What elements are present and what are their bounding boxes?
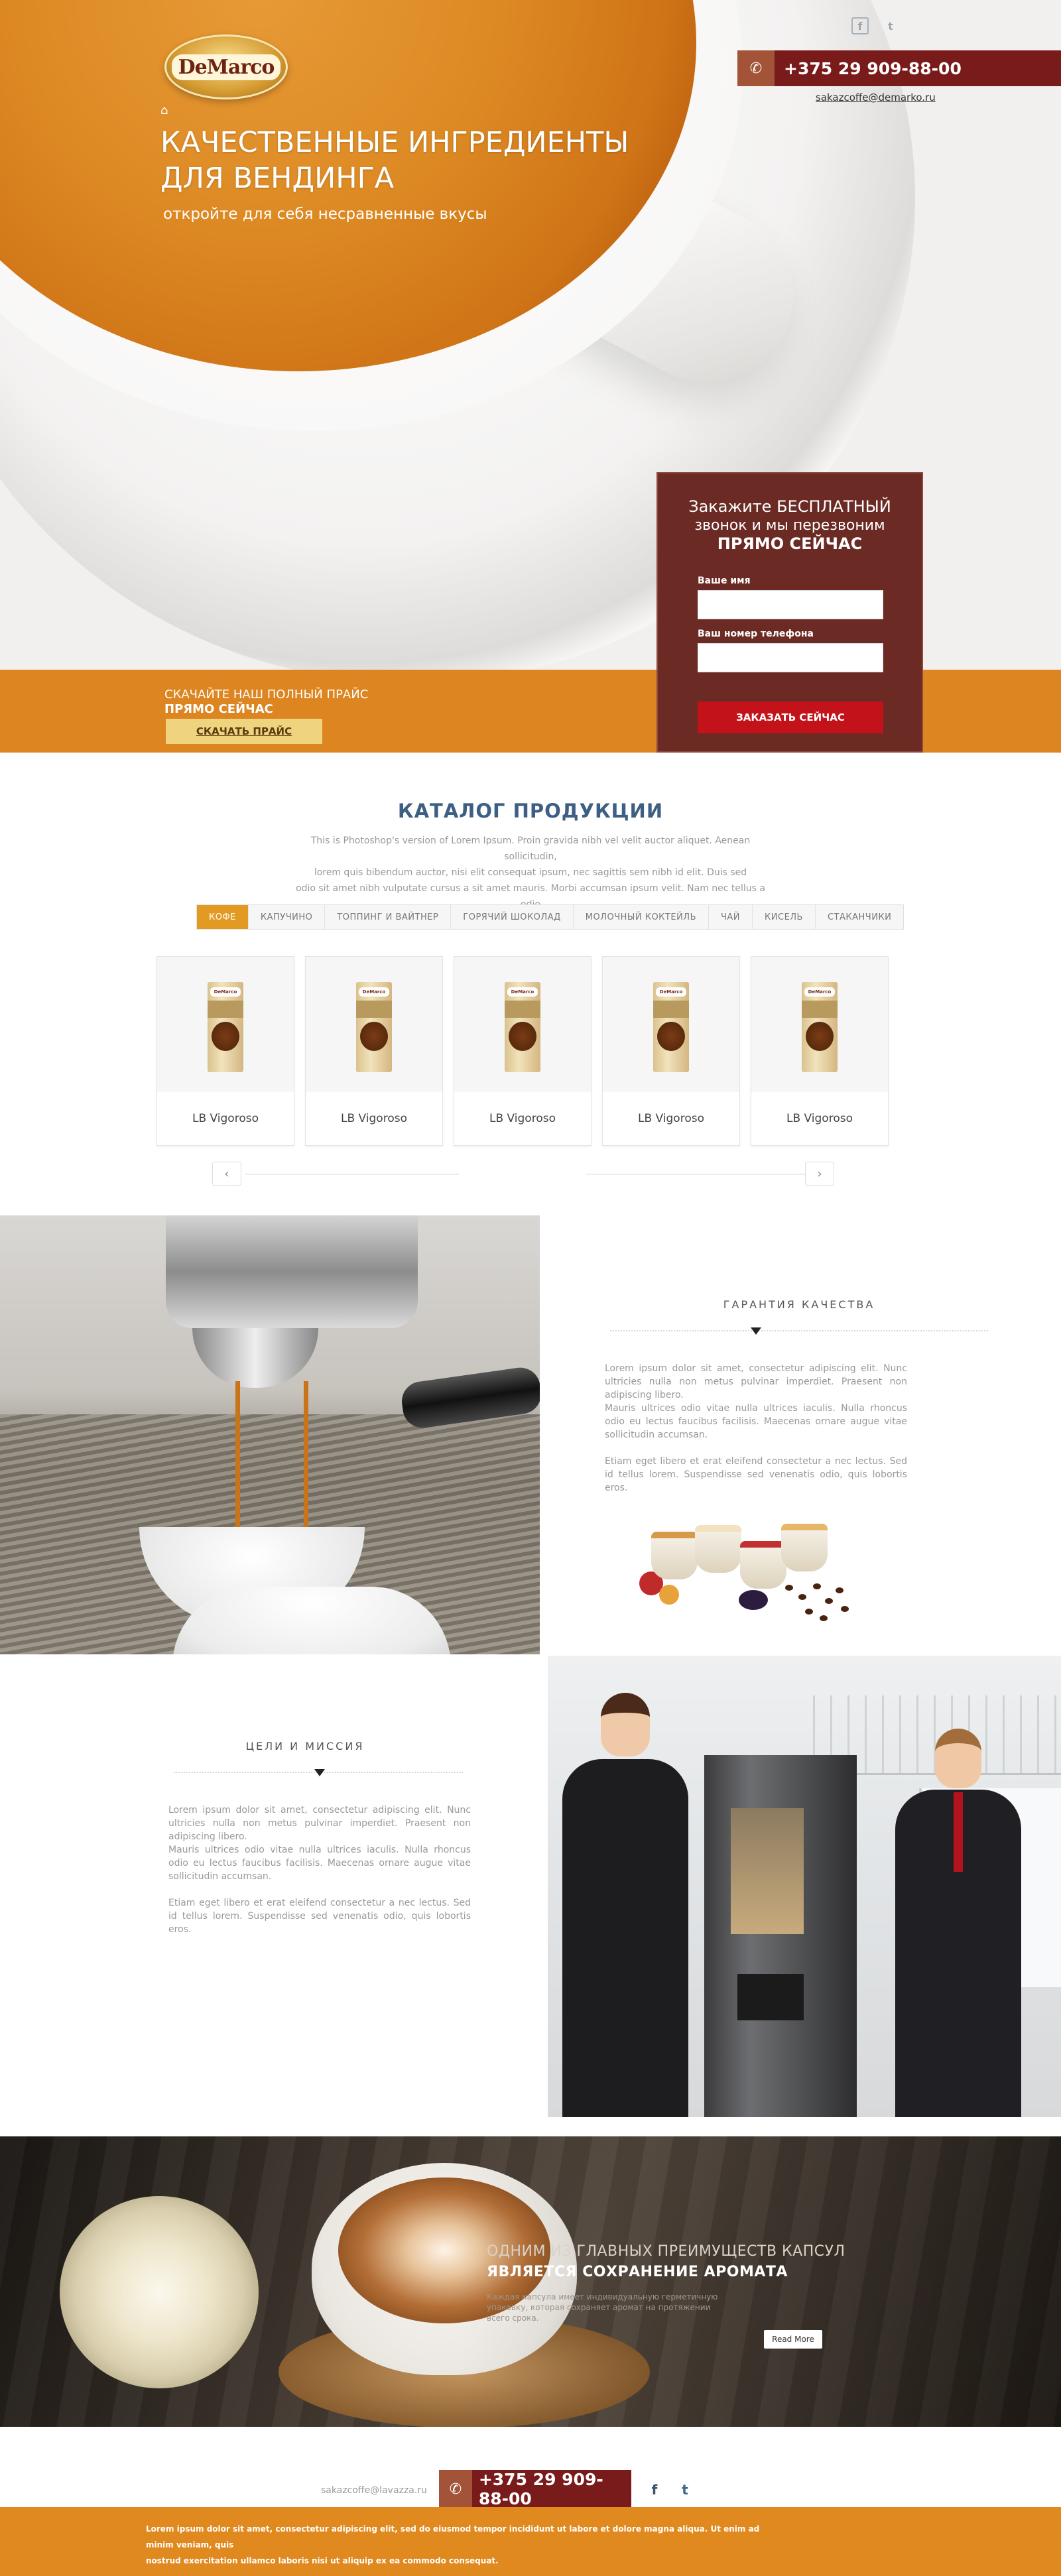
tab-topping-whitener[interactable]: ТОППИНГ И ВАЙТНЕР — [325, 905, 452, 929]
price-heading-bold: ПРЯМО СЕЙЧАС — [164, 702, 273, 716]
callback-heading-line2: звонок и мы перезвоним — [694, 517, 885, 534]
pack-brand: DeMarco — [804, 987, 835, 997]
product-pack-image: DeMarco — [356, 982, 392, 1072]
aroma-heading-line2: ЯВЛЯЕТСЯ СОХРАНЕНИЕ АРОМАТА — [487, 2264, 788, 2280]
product-pack-image: DeMarco — [653, 982, 689, 1072]
callback-heading-line1: Закажите БЕСПЛАТНЫЙ — [688, 497, 891, 516]
triangle-down-icon — [751, 1327, 761, 1335]
footer-text: Lorem ipsum dolor sit amet, consectetur … — [146, 2521, 782, 2569]
quality-title: ГАРАНТИЯ КАЧЕСТВА — [723, 1298, 875, 1311]
office-vending-image — [548, 1656, 1061, 2117]
mission-paragraph: Etiam eget libero et erat eleifend conse… — [168, 1898, 471, 1935]
hero-title: КАЧЕСТВЕННЫЕ ИНГРЕДИЕНТЫ ДЛЯ ВЕНДИНГА — [160, 126, 629, 195]
header-email-link[interactable]: sakazcoffe@demarko.ru — [816, 92, 936, 103]
espresso-machine-image — [0, 1215, 540, 1654]
product-name: LB Vigoroso — [751, 1091, 888, 1145]
chevron-right-icon: › — [817, 1166, 822, 1181]
aroma-text: Каждая капсула имеет индивидуальную герм… — [487, 2292, 718, 2323]
mission-paragraph: Lorem ipsum dolor sit amet, consectetur … — [168, 1805, 471, 1842]
product-name: LB Vigoroso — [306, 1091, 442, 1145]
catalog-desc-line: This is Photoshop's version of Lorem Ips… — [310, 835, 751, 862]
tab-coffee[interactable]: КОФЕ — [197, 905, 249, 929]
facebook-icon[interactable]: f — [646, 2481, 663, 2498]
carousel-next-button[interactable]: › — [805, 1162, 834, 1186]
product-card[interactable]: DeMarco LB Vigoroso — [454, 956, 592, 1146]
product-name: LB Vigoroso — [603, 1091, 739, 1145]
footer-text-line: Lorem ipsum dolor sit amet, consectetur … — [146, 2524, 760, 2549]
pack-brand: DeMarco — [656, 987, 686, 997]
tab-milkshake[interactable]: МОЛОЧНЫЙ КОКТЕЙЛЬ — [574, 905, 709, 929]
carousel-track — [245, 1174, 459, 1175]
pack-brand: DeMarco — [507, 987, 538, 997]
catalog-tabs: КОФЕ КАПУЧИНО ТОППИНГ И ВАЙТНЕР ГОРЯЧИЙ … — [196, 904, 905, 930]
product-pack-image: DeMarco — [802, 982, 838, 1072]
carousel-prev-button[interactable]: ‹ — [212, 1162, 241, 1186]
callback-heading-line3: ПРЯМО СЕЙЧАС — [717, 534, 863, 553]
mission-title: ЦЕЛИ И МИССИЯ — [245, 1740, 365, 1752]
callback-form: Закажите БЕСПЛАТНЫЙ звонок и мы перезвон… — [656, 472, 923, 753]
quality-divider — [610, 1330, 988, 1331]
facebook-icon[interactable]: f — [851, 17, 869, 34]
product-pack-image: DeMarco — [505, 982, 540, 1072]
phone-label: Ваш номер телефона — [698, 629, 814, 639]
name-label: Ваше имя — [698, 576, 751, 586]
carousel-track — [586, 1174, 805, 1175]
read-more-button[interactable]: Read More — [764, 2330, 822, 2349]
download-price-button[interactable]: СКАЧАТЬ ПРАЙС — [166, 719, 322, 744]
aroma-heading-line1: ОДНИМ ИЗ ГЛАВНЫХ ПРЕИМУЩЕСТВ КАПСУЛ — [487, 2243, 845, 2260]
tab-cappuccino[interactable]: КАПУЧИНО — [249, 905, 326, 929]
quality-paragraph: Mauris ultrices odio vitae nulla ultrice… — [605, 1403, 907, 1440]
product-name: LB Vigoroso — [454, 1091, 591, 1145]
tab-cups[interactable]: СТАКАНЧИКИ — [816, 905, 903, 929]
name-input[interactable] — [698, 590, 883, 619]
quality-paragraph: Lorem ipsum dolor sit amet, consectetur … — [605, 1363, 907, 1400]
home-icon[interactable]: ⌂ — [160, 103, 168, 117]
triangle-down-icon — [314, 1769, 325, 1776]
pack-brand: DeMarco — [210, 987, 241, 997]
header-phone-bar[interactable]: ✆ +375 29 909-88-00 — [737, 50, 1061, 86]
product-name: LB Vigoroso — [157, 1091, 294, 1145]
tab-hot-chocolate[interactable]: ГОРЯЧИЙ ШОКОЛАД — [451, 905, 574, 929]
footer-email-link[interactable]: sakazcoffe@lavazza.ru — [321, 2485, 427, 2496]
phone-input[interactable] — [698, 643, 883, 672]
pack-brand: DeMarco — [359, 987, 389, 997]
twitter-icon[interactable]: t — [676, 2481, 694, 2498]
brand-logo[interactable]: DeMarco — [164, 34, 288, 99]
price-heading: СКАЧАЙТЕ НАШ ПОЛНЫЙ ПРАЙС — [164, 688, 369, 702]
footer-phone-bar[interactable]: ✆ +375 29 909-88-00 — [439, 2470, 631, 2508]
tab-kissel[interactable]: КИСЕЛЬ — [753, 905, 816, 929]
twitter-icon[interactable]: t — [882, 17, 899, 34]
product-card[interactable]: DeMarco LB Vigoroso — [602, 956, 740, 1146]
quality-paragraph: Etiam eget libero et erat eleifend conse… — [605, 1456, 907, 1493]
mission-paragraph: Mauris ultrices odio vitae nulla ultrice… — [168, 1845, 471, 1882]
product-card[interactable]: DeMarco LB Vigoroso — [156, 956, 294, 1146]
footer-text-line: nostrud exercitation ullamco laboris nis… — [146, 2556, 499, 2565]
product-card[interactable]: DeMarco LB Vigoroso — [751, 956, 889, 1146]
chevron-left-icon: ‹ — [224, 1166, 229, 1181]
catalog-desc-line: lorem quis bibendum auctor, nisi elit co… — [314, 867, 747, 878]
phone-icon: ✆ — [439, 2470, 472, 2508]
rose-image — [60, 2196, 259, 2388]
hero-subtitle: откройте для себя несравненные вкусы — [163, 206, 487, 223]
logo-text: DeMarco — [171, 54, 281, 80]
product-card[interactable]: DeMarco LB Vigoroso — [305, 956, 443, 1146]
footer-phone-number: +375 29 909-88-00 — [478, 2470, 603, 2508]
tab-tea[interactable]: ЧАЙ — [709, 905, 753, 929]
product-pack-image: DeMarco — [208, 982, 243, 1072]
aroma-banner — [0, 2136, 1061, 2427]
header-phone-number: +375 29 909-88-00 — [784, 58, 962, 78]
ingredients-image — [639, 1512, 865, 1625]
catalog-description: This is Photoshop's version of Lorem Ips… — [292, 833, 769, 912]
order-now-button[interactable]: ЗАКАЗАТЬ СЕЙЧАС — [698, 702, 883, 733]
catalog-title: КАТАЛОГ ПРОДУКЦИИ — [397, 800, 664, 822]
phone-icon: ✆ — [737, 50, 775, 86]
